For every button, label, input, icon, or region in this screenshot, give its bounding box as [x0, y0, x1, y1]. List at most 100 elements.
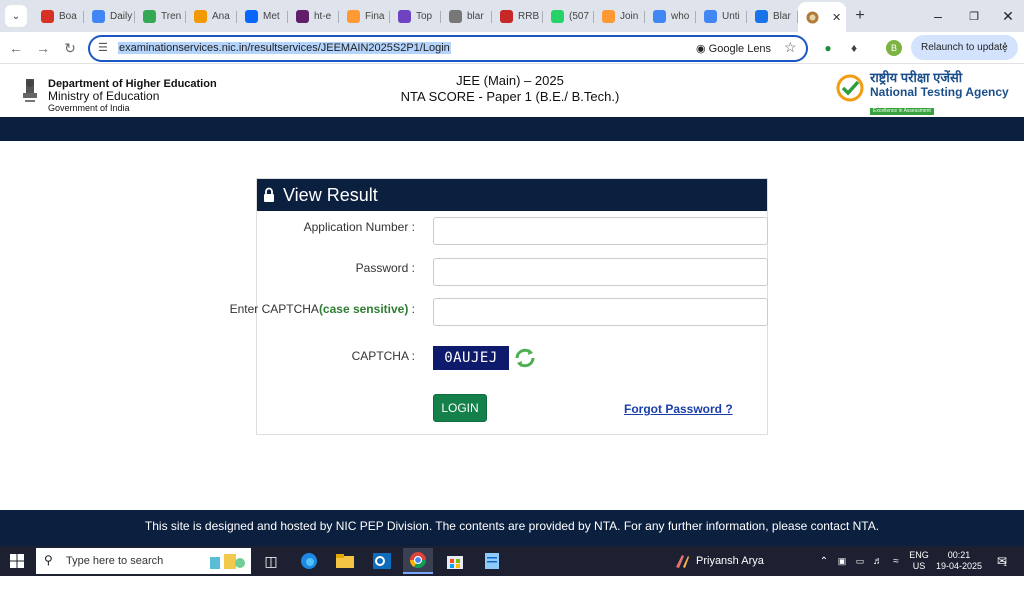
browser-tab[interactable]: (507 — [543, 3, 594, 29]
taskbar-running-task[interactable]: Priyansh Arya Mocke... — [668, 548, 808, 593]
windows-start-icon[interactable] — [10, 554, 24, 568]
panel-header: View Result — [257, 179, 767, 211]
browser-tab[interactable]: Tren — [135, 3, 186, 29]
docs-icon — [92, 9, 105, 23]
footer-text: This site is designed and hosted by NIC … — [144, 519, 880, 533]
ministry-name: Ministry of Education — [48, 89, 160, 103]
task-view-button[interactable]: ◫ — [256, 548, 286, 574]
site-footer: This site is designed and hosted by NIC … — [0, 510, 1024, 546]
display-icon[interactable]: ▭ — [852, 546, 868, 576]
notification-center-button[interactable]: ✉ 1 — [990, 546, 1014, 576]
notepad-icon — [485, 553, 499, 569]
reload-button[interactable]: ↻ — [60, 38, 80, 58]
taskbar-notes[interactable] — [477, 548, 507, 574]
gmail-icon — [41, 9, 54, 23]
site-header: Department of Higher Education Ministry … — [0, 65, 1024, 117]
tab-active-jee-result[interactable]: ✕ — [798, 2, 846, 32]
omnibox[interactable]: ☰ examinationservices.nic.in/resultservi… — [88, 35, 808, 62]
back-button[interactable]: ← — [6, 38, 26, 58]
browser-tab[interactable]: Ana — [186, 3, 237, 29]
minimize-icon: – — [934, 8, 942, 24]
nta-tab-icon — [806, 11, 819, 23]
browser-tab-strip: ⌄ Boa Daily Tren Ana Met ht-e Fina Top blar RRB (5… — [0, 0, 1024, 32]
extensions-puzzle-icon[interactable]: ♦ — [846, 40, 862, 56]
notification-count: 1 — [1003, 560, 1007, 568]
forgot-password-link[interactable]: Forgot Password ? — [624, 402, 733, 416]
browser-tab[interactable]: Boa — [33, 3, 84, 29]
tab-list: Boa Daily Tren Ana Met ht-e Fina Top blar RRB (507… — [33, 3, 798, 29]
browser-tab[interactable]: who — [645, 3, 696, 29]
search-icon: ⚲ — [44, 553, 53, 567]
password-input[interactable] — [433, 258, 768, 286]
relaunch-to-update-button[interactable]: Relaunch to update ⋮ — [911, 35, 1018, 60]
nta-logo-icon — [836, 74, 864, 102]
grammarly-extension-icon[interactable]: ● — [820, 40, 836, 56]
wifi-icon[interactable]: ≈ — [888, 546, 904, 576]
browser-tab[interactable]: Join — [594, 3, 645, 29]
minimize-button[interactable]: – — [920, 0, 956, 32]
browser-tab[interactable]: Daily — [84, 3, 135, 29]
exam-title: JEE (Main) – 2025 NTA SCORE - Paper 1 (B… — [350, 73, 670, 105]
google-lens-button[interactable]: ◉ Google Lens — [696, 42, 771, 55]
browser-tab-label: (507 — [569, 10, 590, 22]
india-flag-icon — [602, 9, 615, 23]
restore-button[interactable]: ❐ — [956, 0, 992, 32]
captcha-input[interactable] — [433, 298, 768, 326]
case-sensitive-note: (case sensitive) — [318, 302, 409, 316]
nta-brand: राष्ट्रीय परीक्षा एजेंसी National Testin… — [870, 71, 1009, 117]
edge-icon — [301, 553, 317, 569]
brush-app-icon — [676, 555, 689, 568]
google-lens-label: Google Lens — [708, 43, 772, 55]
nta-hindi-name: राष्ट्रीय परीक्षा एजेंसी — [870, 70, 963, 85]
meet-now-icon[interactable]: ▣ — [834, 546, 850, 576]
url-text[interactable]: examinationservices.nic.in/resultservice… — [118, 42, 451, 54]
globe-icon — [449, 9, 462, 23]
close-icon[interactable]: ✕ — [832, 11, 841, 24]
browser-tab[interactable]: Blar — [747, 3, 798, 29]
india-flag-icon — [347, 9, 360, 23]
refresh-captcha-icon[interactable] — [513, 346, 537, 370]
bookmark-star-icon[interactable]: ☆ — [784, 39, 797, 56]
browser-tab[interactable]: Met — [237, 3, 288, 29]
task-label: Priyansh Arya Mocke... — [696, 555, 764, 593]
show-hidden-icons-button[interactable]: ⌃ — [816, 546, 832, 576]
browser-tab[interactable]: Top — [390, 3, 441, 29]
taskbar-chrome[interactable] — [403, 548, 433, 574]
site-settings-icon[interactable]: ☰ — [98, 41, 108, 54]
browser-tab-label: Met — [263, 10, 280, 22]
whatsapp-icon — [551, 9, 564, 23]
search-highlight-art-icon — [210, 554, 245, 569]
new-tab-button[interactable]: + — [846, 7, 874, 25]
captcha-entry-label: Enter CAPTCHA(case sensitive) : — [230, 301, 415, 318]
taskbar-file-explorer[interactable] — [330, 548, 360, 574]
captcha-entry-colon: : — [408, 302, 415, 316]
browser-tab-label: Blar — [773, 10, 791, 22]
application-number-input[interactable] — [433, 217, 768, 245]
header-band — [0, 117, 1024, 141]
view-result-panel: View Result Application Number : Passwor… — [230, 178, 768, 435]
browser-tab-label: Daily — [110, 10, 133, 22]
login-button[interactable]: LOGIN — [433, 394, 487, 422]
taskbar-edge[interactable] — [294, 548, 324, 574]
taskbar-search-box[interactable]: ⚲ Type here to search — [36, 548, 251, 574]
tab-search-button[interactable]: ⌄ — [5, 5, 27, 27]
browser-tab[interactable]: Unti — [696, 3, 747, 29]
folder-icon — [336, 554, 354, 568]
chrome-icon — [409, 552, 427, 569]
language-indicator[interactable]: ENG US — [906, 546, 932, 576]
volume-icon[interactable]: ♬ — [870, 546, 886, 576]
profile-avatar[interactable]: B — [886, 40, 902, 56]
window-close-button[interactable]: ✕ — [990, 0, 1024, 32]
browser-tab-label: RRB — [518, 10, 540, 22]
clock[interactable]: 00:21 19-04-2025 — [934, 546, 984, 576]
taskbar-store[interactable] — [440, 548, 470, 574]
browser-tab[interactable]: blar — [441, 3, 492, 29]
application-number-label: Application Number : — [303, 220, 415, 234]
forward-button[interactable]: → — [33, 38, 53, 58]
browser-tab[interactable]: RRB — [492, 3, 543, 29]
clock-date: 19-04-2025 — [935, 561, 983, 571]
taskbar-outlook[interactable] — [367, 548, 397, 574]
store-icon — [447, 556, 463, 569]
browser-tab[interactable]: Fina — [339, 3, 390, 29]
browser-tab[interactable]: ht-e — [288, 3, 339, 29]
